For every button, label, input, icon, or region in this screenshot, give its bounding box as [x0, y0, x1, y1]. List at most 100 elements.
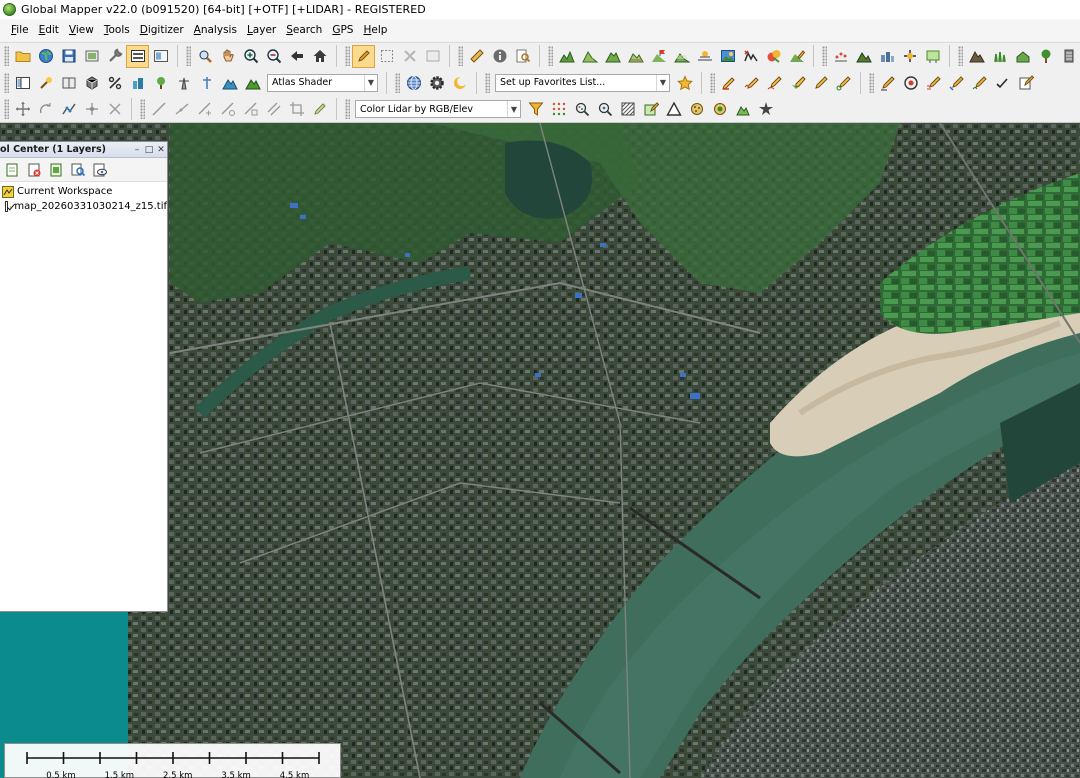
favorites-dropdown[interactable]: Set up Favorites List... ▼: [495, 73, 670, 92]
view-shed-button[interactable]: [693, 45, 716, 68]
zoom-to-layer-button[interactable]: [67, 159, 89, 181]
reshape-button[interactable]: [57, 98, 80, 121]
zoom-in-button[interactable]: [239, 45, 262, 68]
lidar-search-button-2[interactable]: [593, 98, 616, 121]
digitize-line-button-3[interactable]: [763, 71, 786, 94]
line-tool-button-6[interactable]: [262, 98, 285, 121]
lidar-classify-button-1[interactable]: [126, 71, 149, 94]
toolbar-grip[interactable]: [710, 72, 715, 93]
control-center-button[interactable]: [149, 45, 172, 68]
configure-button[interactable]: [103, 45, 126, 68]
path-profile-button[interactable]: [739, 45, 762, 68]
lidar-grid-button[interactable]: [547, 98, 570, 121]
feature-info-button[interactable]: [488, 45, 511, 68]
toolbar-grip[interactable]: [485, 72, 490, 93]
menu-analysis[interactable]: Analysis: [189, 19, 242, 41]
menu-view[interactable]: View: [64, 19, 99, 41]
add-favorite-button[interactable]: [673, 71, 696, 94]
menu-file[interactable]: File: [6, 19, 34, 41]
panel-minimize-button[interactable]: –: [131, 145, 143, 155]
digitize-line-button-2[interactable]: [740, 71, 763, 94]
pan-tool-button[interactable]: [216, 45, 239, 68]
image-analysis-button[interactable]: [716, 45, 739, 68]
line-tool-button-2[interactable]: [170, 98, 193, 121]
percent-tool-button[interactable]: [103, 71, 126, 94]
building-tool-button[interactable]: [875, 45, 898, 68]
toolbar-grip[interactable]: [458, 46, 463, 66]
move-vertex-button[interactable]: [80, 98, 103, 121]
edit-feature-button[interactable]: [421, 45, 444, 68]
print-button[interactable]: [80, 45, 103, 68]
panel-close-button[interactable]: ✕: [155, 145, 167, 155]
close-layer-button[interactable]: [23, 159, 45, 181]
target-button[interactable]: [899, 71, 922, 94]
smooth-line-button[interactable]: [968, 71, 991, 94]
lidar-class-button-3[interactable]: [731, 98, 754, 121]
toolbar-grip[interactable]: [4, 99, 9, 119]
menu-edit[interactable]: Edit: [34, 19, 64, 41]
lidar-search-button-1[interactable]: [570, 98, 593, 121]
full-view-button[interactable]: [308, 45, 331, 68]
day-night-button[interactable]: [448, 71, 471, 94]
save-workspace-button[interactable]: [57, 45, 80, 68]
lidar-color-dropdown[interactable]: Color Lidar by RGB/Elev ▼: [355, 100, 521, 118]
shader-dropdown[interactable]: Atlas Shader ▼: [267, 73, 378, 92]
digitize-arc-button[interactable]: [832, 71, 855, 94]
toolbar-grip[interactable]: [548, 46, 553, 66]
digitizer-tool-button[interactable]: [352, 44, 375, 68]
vector-window-button[interactable]: [11, 71, 34, 94]
lidar-classify-button-5[interactable]: [218, 71, 241, 94]
triangle-mesh-button[interactable]: [662, 98, 685, 121]
digitize-area-button[interactable]: [786, 71, 809, 94]
menu-layer[interactable]: Layer: [242, 19, 281, 41]
zoom-out-button[interactable]: [262, 45, 285, 68]
toolbar-grip[interactable]: [395, 72, 400, 93]
line-tool-button-3[interactable]: [193, 98, 216, 121]
edit-attributes-button[interactable]: [1014, 71, 1037, 94]
tower-model-button[interactable]: [1057, 45, 1080, 68]
line-tool-button-5[interactable]: [239, 98, 262, 121]
overview-map-button[interactable]: [126, 44, 149, 68]
house-model-button[interactable]: [1011, 45, 1034, 68]
toolbar-grip[interactable]: [140, 99, 145, 119]
menu-search[interactable]: Search: [281, 19, 327, 41]
terrain-analysis-button-1[interactable]: [555, 45, 578, 68]
lidar-pattern-button[interactable]: [616, 98, 639, 121]
zoom-tool-button[interactable]: [193, 45, 216, 68]
layer-row[interactable]: map_20260331030214_z15.tif: [0, 199, 167, 214]
lidar-class-button-2[interactable]: [708, 98, 731, 121]
line-tool-button-1[interactable]: [147, 98, 170, 121]
workspace-row[interactable]: Current Workspace: [0, 184, 167, 199]
edit-vertex-button[interactable]: [876, 71, 899, 94]
toolbar-grip[interactable]: [345, 99, 350, 119]
terrain-analysis-button-3[interactable]: [601, 45, 624, 68]
lidar-edit-button[interactable]: [639, 98, 662, 121]
tree-model-button[interactable]: [1034, 45, 1057, 68]
tree-tool-button[interactable]: [852, 45, 875, 68]
move-feature-button[interactable]: [11, 98, 34, 121]
measure-tool-button[interactable]: [465, 45, 488, 68]
line-tool-button-4[interactable]: [216, 98, 239, 121]
back-button[interactable]: [285, 45, 308, 68]
rotate-feature-button[interactable]: [34, 98, 57, 121]
lidar-tool-button[interactable]: [34, 71, 57, 94]
line-tool-button-7[interactable]: [285, 98, 308, 121]
toolbar-grip[interactable]: [869, 72, 874, 93]
line-tool-button-8[interactable]: [308, 98, 331, 121]
join-line-button[interactable]: [945, 71, 968, 94]
menu-tools[interactable]: Tools: [99, 19, 135, 41]
lidar-classify-button-6[interactable]: [241, 71, 264, 94]
lidar-classify-button-2[interactable]: [149, 71, 172, 94]
search-features-button[interactable]: [511, 45, 534, 68]
cross-section-button[interactable]: [898, 45, 921, 68]
toolbar-grip[interactable]: [822, 46, 827, 66]
3d-view-button[interactable]: [80, 71, 103, 94]
create-terrain-button[interactable]: [785, 45, 808, 68]
3d-terrain-button[interactable]: [965, 45, 988, 68]
split-line-button[interactable]: [922, 71, 945, 94]
terrain-analysis-button-5[interactable]: [647, 45, 670, 68]
toolbar-grip[interactable]: [4, 72, 9, 93]
check-feature-button[interactable]: [991, 71, 1014, 94]
lidar-classify-button-4[interactable]: [195, 71, 218, 94]
terrain-analysis-button-6[interactable]: [670, 45, 693, 68]
